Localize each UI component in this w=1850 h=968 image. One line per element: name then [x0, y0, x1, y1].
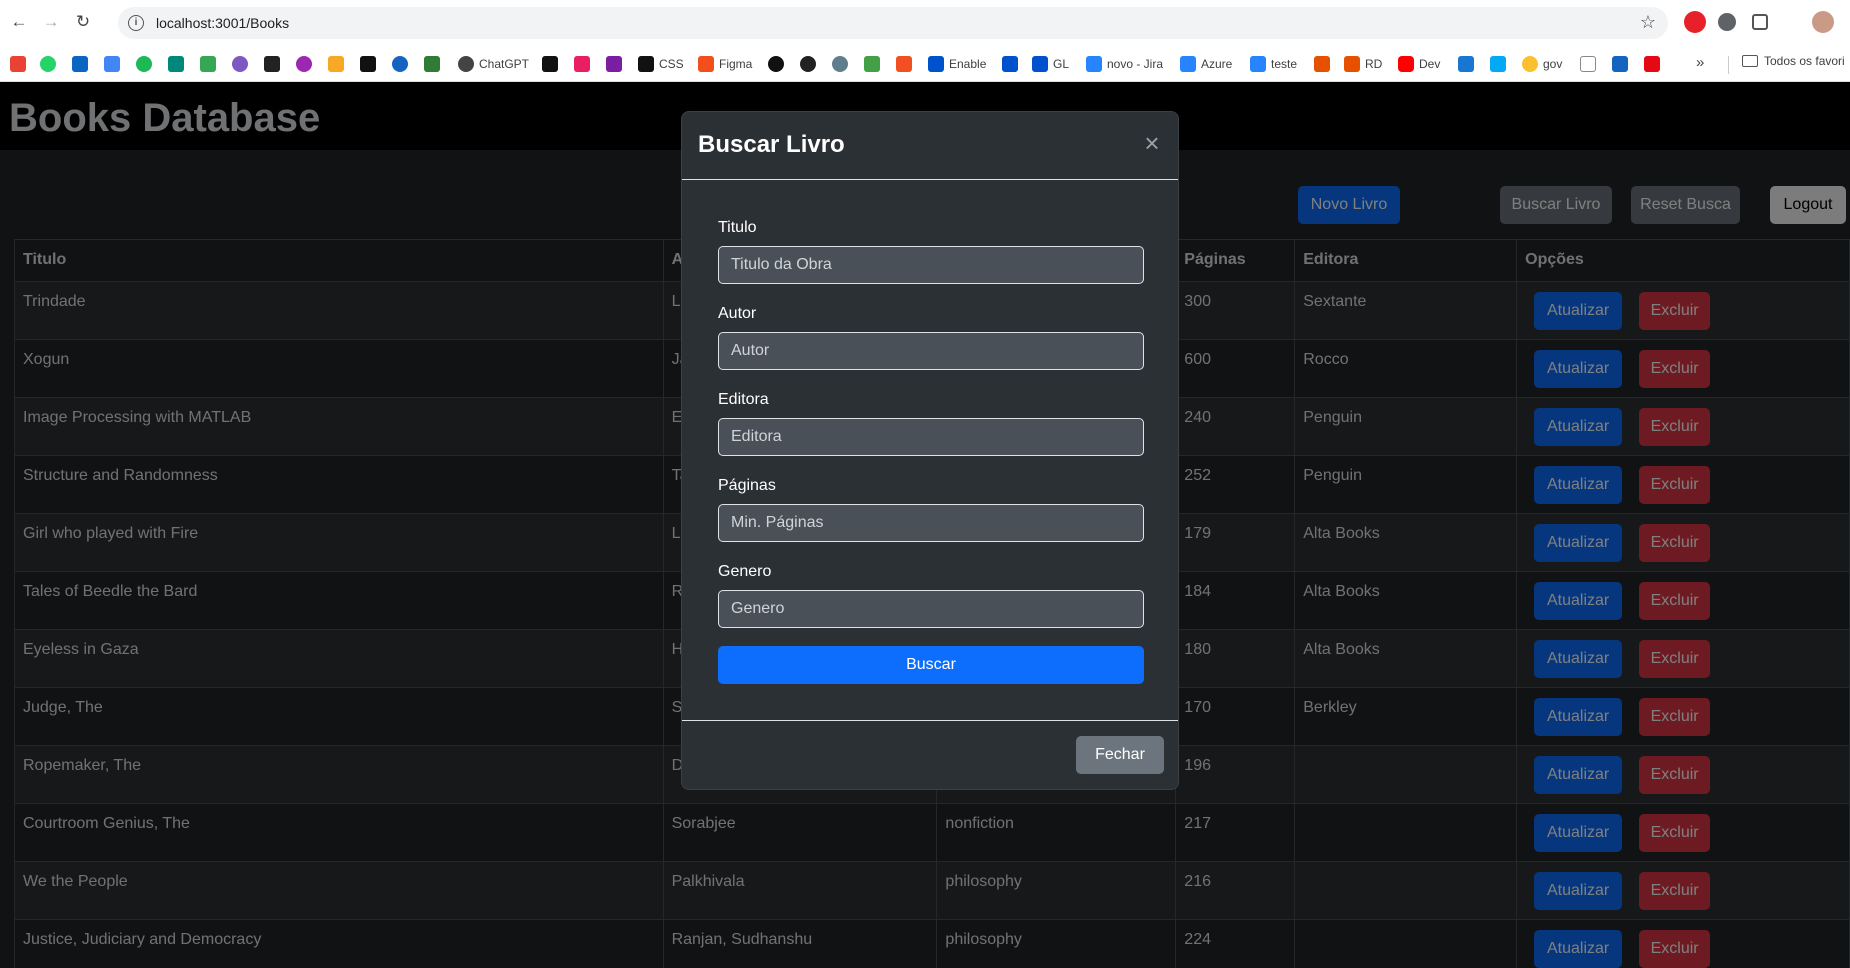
jira-icon [1180, 56, 1196, 72]
checkmark-icon[interactable] [1458, 56, 1474, 72]
opera-icon[interactable] [1684, 11, 1706, 33]
netflix-icon[interactable] [1644, 56, 1660, 72]
bookmarks-folder[interactable]: Todos os favori [1742, 54, 1845, 68]
title-label: Titulo [718, 219, 757, 236]
search-modal: Buscar Livro × Titulo Autor Editora Pági… [681, 111, 1179, 790]
site-info-icon[interactable]: i [128, 15, 144, 31]
bookmark-icon[interactable] [328, 56, 344, 72]
modal-title: Buscar Livro [698, 131, 845, 158]
modal-footer: Fechar [682, 720, 1178, 790]
chatgpt-icon [458, 56, 474, 72]
apps-icon[interactable] [200, 56, 216, 72]
meet-icon[interactable] [168, 56, 184, 72]
gmail-icon[interactable] [10, 56, 26, 72]
wikipedia-icon[interactable] [1580, 56, 1596, 72]
linkedin-icon[interactable] [72, 56, 88, 72]
extension-icon[interactable] [1718, 13, 1736, 31]
bookmark-star-icon[interactable]: ☆ [1640, 12, 1656, 33]
bookmark-icon[interactable] [542, 56, 558, 72]
css-icon [638, 56, 654, 72]
bookmark-teste[interactable]: teste [1250, 54, 1297, 74]
whatsapp-icon[interactable] [40, 56, 56, 72]
bookmark-icon[interactable] [1612, 56, 1628, 72]
close-icon[interactable]: × [1140, 130, 1164, 156]
bookmark-jira[interactable]: novo - Jira [1086, 54, 1163, 74]
bookmark-icon[interactable] [832, 56, 848, 72]
forward-arrow-icon[interactable]: → [40, 11, 62, 33]
bookmark-icon[interactable] [296, 56, 312, 72]
jira-icon [1250, 56, 1266, 72]
bookmark-chatgpt[interactable]: ChatGPT [458, 54, 529, 74]
atlassian-icon[interactable] [1002, 56, 1018, 72]
bookmark-icon[interactable] [864, 56, 880, 72]
modal-header: Buscar Livro × [682, 112, 1178, 180]
ampersand-icon[interactable] [264, 56, 280, 72]
divider [1728, 56, 1729, 74]
bookmark-rd[interactable]: RD [1344, 54, 1382, 74]
url-text: localhost:3001/Books [156, 15, 290, 31]
bookmark-figma[interactable]: Figma [698, 54, 752, 74]
publisher-label: Editora [718, 391, 769, 408]
bookmark-icon[interactable] [1490, 56, 1506, 72]
title-input[interactable] [718, 246, 1144, 284]
bookmark-gl[interactable]: GL [1032, 54, 1069, 74]
browser-toolbar: ← → ↻ i localhost:3001/Books ☆ [0, 0, 1850, 46]
bookmark-css[interactable]: CSS [638, 54, 684, 74]
genre-label: Genero [718, 563, 772, 580]
close-button[interactable]: Fechar [1076, 736, 1164, 774]
bookmark-icon[interactable] [424, 56, 440, 72]
translate-icon[interactable] [104, 56, 120, 72]
bookmarks-bar: ChatGPT CSS Figma Enable GL novo - Jira … [0, 46, 1850, 82]
bookmark-icon[interactable] [392, 56, 408, 72]
youtube-icon [1398, 56, 1414, 72]
figma-icon [698, 56, 714, 72]
microsoft-icon[interactable] [896, 56, 912, 72]
author-input[interactable] [718, 332, 1144, 370]
folder-icon [1742, 55, 1758, 67]
pages-label: Páginas [718, 477, 776, 494]
author-label: Autor [718, 305, 757, 322]
bookmark-dev[interactable]: Dev [1398, 54, 1440, 74]
more-bookmarks-icon[interactable]: » [1696, 54, 1704, 71]
back-arrow-icon[interactable]: ← [8, 11, 30, 33]
gov-icon [1522, 56, 1538, 72]
pages-input[interactable] [718, 504, 1144, 542]
github-icon[interactable] [768, 56, 784, 72]
puzzle-icon[interactable] [1752, 14, 1768, 30]
avatar[interactable] [1812, 11, 1834, 33]
atlassian-icon [1032, 56, 1048, 72]
bookmark-icon[interactable] [574, 56, 590, 72]
spotify-icon[interactable] [136, 56, 152, 72]
address-bar[interactable]: i localhost:3001/Books ☆ [118, 7, 1668, 39]
genre-input[interactable] [718, 590, 1144, 628]
bookmark-icon[interactable] [606, 56, 622, 72]
rd-icon [1344, 56, 1360, 72]
bookmark-gov[interactable]: gov [1522, 54, 1562, 74]
x-icon[interactable] [360, 56, 376, 72]
bookmark-icon[interactable] [1314, 56, 1330, 72]
bookmark-enable[interactable]: Enable [928, 54, 986, 74]
search-submit-button[interactable]: Buscar [718, 646, 1144, 684]
jira-icon [1086, 56, 1102, 72]
bookmark-azure[interactable]: Azure [1180, 54, 1232, 74]
reload-icon[interactable]: ↻ [72, 11, 94, 33]
publisher-input[interactable] [718, 418, 1144, 456]
atlassian-icon [928, 56, 944, 72]
bookmark-icon[interactable] [232, 56, 248, 72]
bookmark-icon[interactable] [800, 56, 816, 72]
